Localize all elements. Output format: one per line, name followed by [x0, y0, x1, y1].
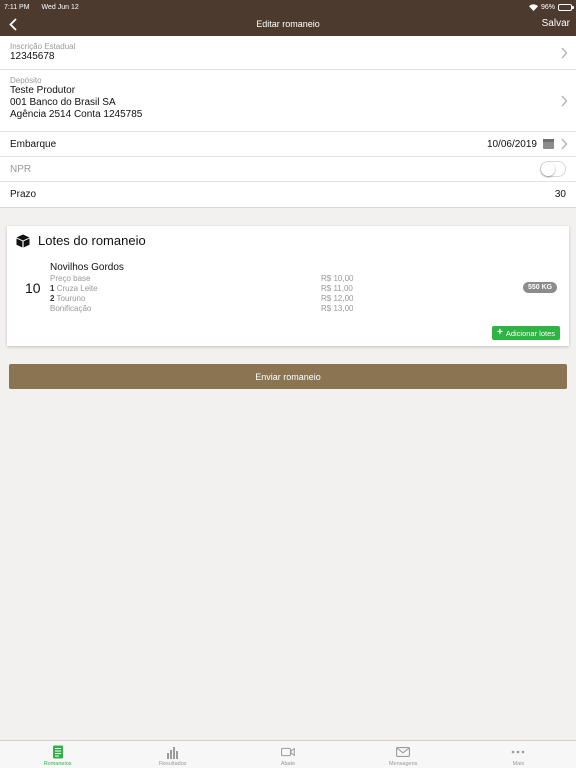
navbar: Editar romaneio Salvar [0, 12, 576, 36]
plus-icon: + [496, 327, 503, 338]
lote-line: 2 Tourunо [50, 294, 98, 304]
tab-label: Mensagens [388, 761, 418, 767]
header: 7:11 PM Wed Jun 12 96% Editar romaneio S… [0, 0, 576, 36]
lote-line-qty: 2 [50, 294, 55, 303]
lote-line: 1 Cruza Leite [50, 284, 98, 294]
npr-row: NPR [0, 157, 576, 182]
embarque-row[interactable]: Embarque 10/06/2019 [0, 132, 576, 157]
lote-prices: R$ 10,00 R$ 11,00 R$ 12,00 R$ 13,00 [321, 274, 353, 314]
page-title: Editar romaneio [256, 19, 320, 29]
add-lotes-label: Adicionar lotes [505, 328, 556, 338]
lote-line-text: Tourunо [56, 294, 86, 303]
weight-badge: 550 KG [523, 282, 558, 293]
back-button[interactable] [6, 15, 20, 33]
deposito-line3: Agência 2514 Conta 1245785 [10, 109, 143, 120]
battery-percent: 96% [540, 3, 555, 11]
lote-name: Novilhos Gordos [50, 262, 124, 273]
lotes-card: Lotes do romaneio 10 Novilhos Gordos Pre… [7, 226, 569, 346]
lote-lines: Preço base 1 Cruza Leite 2 Tourunо Bonif… [50, 274, 98, 314]
inscricao-label: Inscrição Estadual [10, 42, 76, 51]
chevron-right-icon [561, 138, 568, 150]
embarque-date: 10/06/2019 [486, 138, 537, 150]
more-icon [511, 745, 525, 759]
lote-price: R$ 12,00 [321, 294, 354, 303]
lote-line-text: Cruza Leite [56, 284, 98, 293]
wifi-icon [528, 3, 538, 11]
status-date: Wed Jun 12 [41, 3, 79, 11]
lote-line-text: Bonificação [50, 304, 92, 313]
lote-line-qty: 1 [50, 284, 55, 293]
save-button[interactable]: Salvar [542, 18, 570, 29]
battery-icon [558, 3, 574, 11]
tab-bar: Romaneios Resultados Abate Mensagens Mai… [0, 740, 576, 768]
tab-abate[interactable]: Abate [230, 741, 345, 768]
send-romaneio-button[interactable]: Enviar romaneio [9, 364, 567, 389]
lote-line: Bonificação [50, 304, 98, 314]
deposito-line2: 001 Banco do Brasil SA [10, 97, 116, 108]
inscricao-row[interactable]: Inscrição Estadual 12345678 [0, 36, 576, 70]
deposito-line1: Teste Produtor [10, 85, 76, 96]
tab-resultados[interactable]: Resultados [115, 741, 230, 768]
document-icon [51, 745, 65, 759]
add-lotes-button[interactable]: + Adicionar lotes [492, 326, 560, 340]
bar-chart-icon [166, 745, 180, 759]
status-time: 7:11 PM [4, 3, 30, 11]
lote-price: R$ 10,00 [321, 274, 354, 283]
lote-quantity: 10 [25, 280, 41, 296]
chevron-right-icon [561, 95, 568, 106]
npr-label: NPR [10, 163, 32, 175]
tab-label: Mais [512, 761, 525, 767]
status-bar: 7:11 PM Wed Jun 12 96% [4, 2, 574, 12]
chevron-left-icon [9, 17, 17, 31]
embarque-label: Embarque [10, 138, 57, 150]
chevron-right-icon [561, 47, 568, 58]
tab-mais[interactable]: Mais [461, 741, 576, 768]
calendar-icon [543, 139, 554, 149]
tab-mensagens[interactable]: Mensagens [346, 741, 461, 768]
video-icon [281, 745, 295, 759]
prazo-value: 30 [554, 189, 566, 200]
deposito-row[interactable]: Depósito Teste Produtor 001 Banco do Bra… [0, 70, 576, 132]
envelope-icon [396, 745, 411, 759]
lote-price: R$ 11,00 [321, 284, 353, 293]
lote-price: R$ 13,00 [321, 304, 354, 313]
box-icon [16, 234, 30, 247]
lotes-title: Lotes do romaneio [38, 233, 146, 248]
tab-label: Resultados [159, 761, 187, 767]
tab-label: Romaneios [43, 761, 72, 767]
lote-line: Preço base [50, 274, 98, 284]
lote-line-text: Preço base [50, 274, 91, 283]
prazo-label: Prazo [10, 189, 37, 200]
tab-romaneios[interactable]: Romaneios [0, 741, 115, 768]
lotes-header: Lotes do romaneio [16, 233, 146, 248]
npr-toggle[interactable] [540, 161, 566, 177]
tab-label: Abate [280, 761, 296, 767]
romaneio-form: Inscrição Estadual 12345678 Depósito Tes… [0, 36, 576, 208]
inscricao-value: 12345678 [10, 51, 55, 62]
deposito-label: Depósito [10, 76, 42, 85]
prazo-row[interactable]: Prazo 30 [0, 182, 576, 207]
toggle-knob [541, 162, 555, 176]
